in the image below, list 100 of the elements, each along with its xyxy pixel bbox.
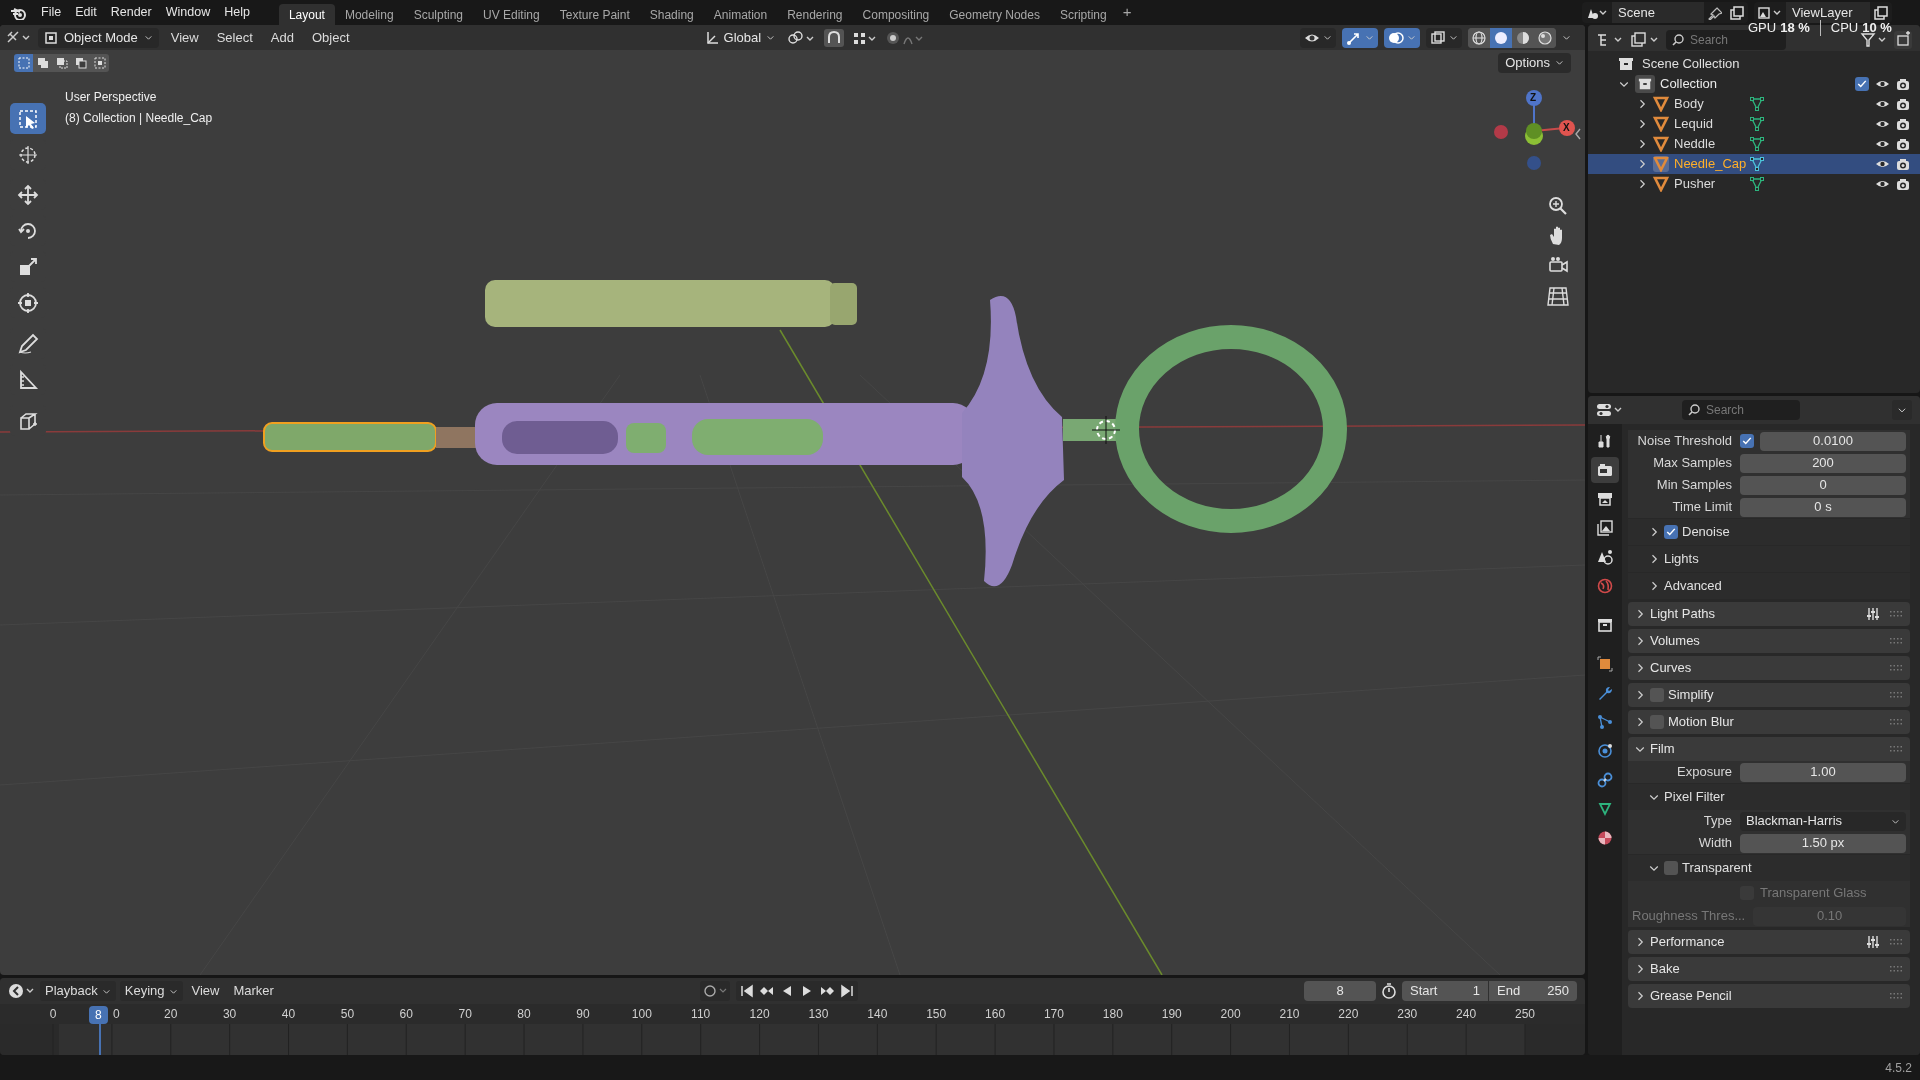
filter-type-dropdown[interactable]: Blackman-Harris [1740, 811, 1906, 831]
outliner-row[interactable]: Neddle [1588, 134, 1920, 154]
panel-title[interactable]: Simplify [1668, 685, 1714, 705]
3d-cursor-icon[interactable] [1091, 415, 1121, 445]
drag-handle-icon[interactable] [1890, 610, 1902, 618]
selection-mode-button[interactable] [90, 53, 109, 72]
workspace-tab[interactable]: Compositing [852, 4, 940, 25]
display-mode-icon[interactable] [1596, 31, 1624, 48]
mesh-data-icon[interactable] [1749, 176, 1765, 192]
menu-item[interactable]: Object [305, 27, 356, 48]
grid-view-icon[interactable] [1547, 285, 1569, 307]
visibility-icon[interactable] [1875, 78, 1890, 90]
visibility-icon[interactable] [1875, 98, 1890, 110]
playhead[interactable]: 8 [89, 1006, 108, 1024]
workspace-tab[interactable]: Animation [703, 4, 778, 25]
panel-title[interactable]: Film [1650, 739, 1675, 759]
search-field[interactable]: Search [1682, 400, 1800, 420]
checkbox[interactable] [1664, 861, 1678, 875]
value-field[interactable]: 0.0100 [1760, 431, 1906, 451]
jump-end-icon[interactable] [839, 983, 855, 999]
outliner-row[interactable]: Lequid [1588, 114, 1920, 134]
proportional-edit-icon[interactable] [886, 29, 925, 46]
drag-handle-icon[interactable] [1890, 965, 1902, 973]
menu-item[interactable]: Render [103, 3, 159, 22]
panel-title[interactable]: Volumes [1650, 631, 1700, 651]
visibility-icon[interactable] [1875, 178, 1890, 190]
filter-icon[interactable] [1860, 31, 1888, 48]
checkbox[interactable] [1855, 77, 1869, 91]
options-dropdown[interactable]: Options [1498, 52, 1571, 73]
menu-item[interactable]: Marker [228, 981, 279, 1001]
new-scene-icon[interactable] [1730, 5, 1744, 20]
render-tab[interactable] [1591, 457, 1619, 483]
panel-title[interactable]: Light Paths [1650, 604, 1716, 624]
outliner-row[interactable]: Needle_Cap [1588, 154, 1920, 174]
mesh-data-icon[interactable] [1749, 136, 1765, 152]
stopwatch-icon[interactable] [1381, 983, 1397, 999]
workspace-tab[interactable]: Shading [639, 4, 704, 25]
render-camera-icon[interactable] [1896, 117, 1910, 131]
visibility-icon[interactable] [1875, 158, 1890, 170]
workspace-tab[interactable]: Geometry Nodes [939, 4, 1050, 25]
visibility-icon[interactable] [1875, 138, 1890, 150]
visibility-icon[interactable] [1875, 118, 1890, 130]
drag-handle-icon[interactable] [1890, 664, 1902, 672]
drag-handle-icon[interactable] [1890, 691, 1902, 699]
presets-icon[interactable] [1866, 935, 1880, 949]
end-frame-field[interactable]: End 250 [1489, 981, 1577, 1001]
jump-start-icon[interactable] [739, 983, 755, 999]
drag-handle-icon[interactable] [1890, 718, 1902, 726]
workspace-tab[interactable]: UV Editing [473, 4, 550, 25]
menu-dropdown[interactable]: Playback [40, 981, 116, 1001]
menu-item[interactable]: Add [264, 27, 300, 48]
subpanel-title[interactable]: Lights [1664, 549, 1699, 569]
render-camera-icon[interactable] [1896, 137, 1910, 151]
value-field[interactable]: 1.00 [1740, 762, 1906, 782]
blender-logo-icon[interactable] [10, 5, 26, 20]
value-field[interactable]: 200 [1740, 453, 1906, 473]
mode-dropdown[interactable]: Object Mode [38, 27, 159, 48]
drag-handle-icon[interactable] [1890, 637, 1902, 645]
menu-item[interactable]: Edit [68, 3, 104, 22]
mesh-data-icon[interactable] [1749, 116, 1765, 132]
editor-type-icon[interactable] [8, 983, 36, 999]
menu-item[interactable]: Window [158, 3, 218, 22]
workspace-tab[interactable]: Layout [278, 4, 335, 25]
menu-item[interactable]: Help [217, 3, 257, 22]
subpanel-title[interactable]: Denoise [1682, 522, 1730, 542]
checkbox[interactable] [1650, 715, 1664, 729]
overlays-toggle[interactable] [1384, 27, 1420, 48]
start-frame-field[interactable]: Start 1 [1402, 981, 1488, 1001]
value-field[interactable]: 0 [1740, 475, 1906, 495]
value-field[interactable]: 1.50 px [1740, 833, 1906, 853]
sidebar-toggle-icon[interactable] [1574, 128, 1582, 140]
selection-mode-button[interactable] [33, 53, 52, 72]
workspace-tab[interactable]: Scripting [1049, 4, 1117, 25]
orientation-dropdown[interactable]: Global [699, 27, 781, 48]
workspace-tab[interactable]: Modeling [334, 4, 404, 25]
menu-item[interactable]: File [34, 3, 69, 22]
visibility-toggle[interactable] [1300, 27, 1336, 48]
tree-item-label[interactable]: Collection [1660, 74, 1718, 94]
menu-item[interactable]: Select [210, 27, 259, 48]
presets-icon[interactable] [1866, 607, 1880, 621]
keyframe-toggle-icon[interactable] [700, 981, 730, 1001]
workspace-tab[interactable]: Rendering [777, 4, 853, 25]
gizmo-toggle-toggle[interactable] [1342, 27, 1378, 48]
render-camera-icon[interactable] [1896, 77, 1910, 91]
add-workspace-button[interactable]: + [1116, 1, 1138, 24]
menu-item[interactable]: View [164, 27, 205, 48]
subpanel-title[interactable]: Pixel Filter [1664, 787, 1725, 807]
select-box-tool[interactable] [10, 103, 46, 134]
pin-icon[interactable] [1708, 5, 1722, 20]
new-layer-icon[interactable] [1874, 5, 1888, 20]
zoom-icon[interactable] [1547, 195, 1569, 217]
new-collection-icon[interactable] [1894, 30, 1912, 49]
snap-magnet-icon[interactable] [824, 28, 845, 47]
checkbox[interactable] [1740, 434, 1754, 448]
drag-handle-icon[interactable] [1890, 745, 1902, 753]
render-camera-icon[interactable] [1896, 157, 1910, 171]
tree-item-label[interactable]: Scene Collection [1642, 54, 1740, 74]
filter-view-icon[interactable] [1630, 31, 1660, 48]
mesh-data-icon[interactable] [1749, 156, 1765, 172]
panel-title[interactable]: Bake [1650, 959, 1680, 979]
